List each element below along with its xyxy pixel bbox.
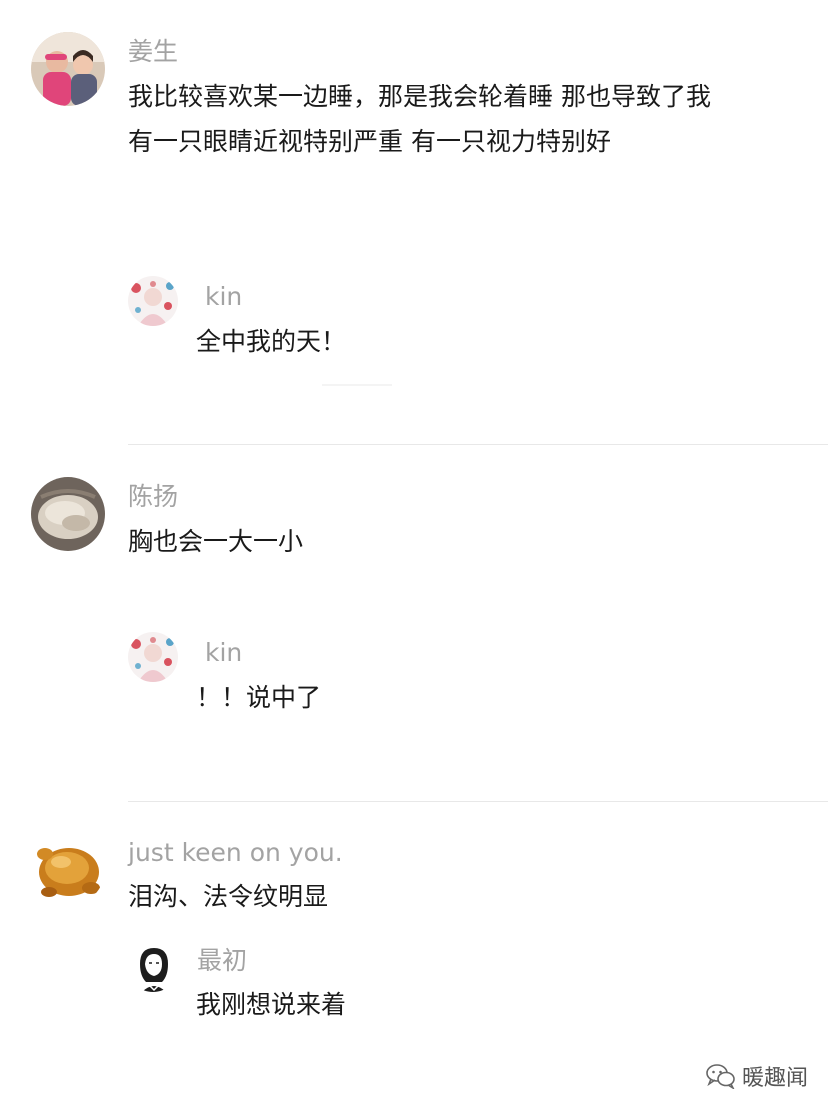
comment-text: 泪沟、法令纹明显	[128, 882, 329, 911]
reply-text: ！！说中了	[196, 683, 322, 712]
source-watermark: 暖趣闻	[706, 1062, 809, 1091]
reply-avatar[interactable]	[128, 632, 178, 682]
reply-author[interactable]: kin	[205, 284, 242, 309]
comment-text: 我比较喜欢某一边睡，那是我会轮着睡 那也导致了我有一只眼睛近视特别严重 有一只视…	[128, 82, 711, 156]
comment-divider	[128, 444, 828, 445]
user-avatar[interactable]	[31, 832, 105, 906]
reply-author[interactable]: kin	[205, 640, 242, 665]
reply-divider	[322, 384, 392, 386]
comment-author[interactable]: just keen on you.	[128, 840, 343, 865]
user-avatar[interactable]	[31, 32, 105, 106]
reply-text: 我刚想说来着	[196, 990, 347, 1019]
comment-author[interactable]: 陈扬	[128, 484, 178, 509]
reply-author[interactable]: 最初	[197, 948, 247, 973]
reply-avatar[interactable]	[128, 942, 178, 992]
user-avatar[interactable]	[31, 477, 105, 551]
comment-text: 胸也会一大一小	[128, 527, 304, 556]
watermark-text: 暖趣闻	[742, 1066, 809, 1091]
reply-text: 全中我的天！	[196, 327, 347, 356]
comment-divider	[128, 801, 828, 802]
wechat-icon	[706, 1063, 736, 1089]
reply-avatar[interactable]	[128, 276, 178, 326]
comment-author[interactable]: 姜生	[128, 39, 178, 64]
